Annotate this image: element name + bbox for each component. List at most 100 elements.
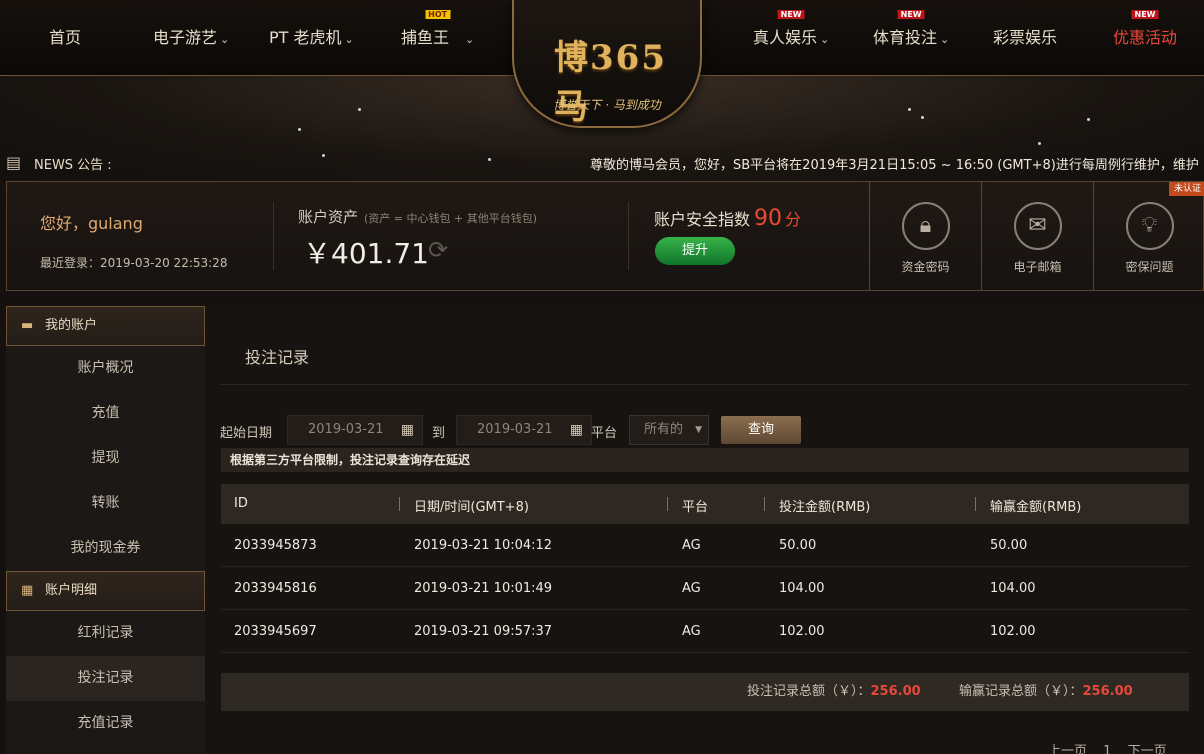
nav-label: 首页	[49, 28, 82, 47]
divider	[273, 202, 274, 270]
asset-note: (资产 = 中心钱包 + 其他平台钱包)	[364, 212, 538, 225]
security-item-label: 资金密码	[901, 260, 950, 274]
end-date-input[interactable]: 2019-03-21 ▦	[456, 415, 592, 445]
chevron-down-icon: ⌄	[940, 33, 950, 46]
sidebar-item-transfer[interactable]: 转账	[6, 481, 205, 526]
sidebar-item-bet-records[interactable]: 投注记录	[6, 656, 205, 701]
calendar-icon[interactable]: ▦	[401, 416, 414, 444]
chevron-down-icon: ⌄	[220, 33, 230, 46]
column-header: 投注金额(RMB)	[779, 500, 871, 515]
nav-pt-slots[interactable]: PT 老虎机 ⌄	[269, 24, 354, 48]
asset-title-text: 账户资产	[298, 208, 359, 226]
nav-label: 优惠活动	[1113, 28, 1178, 47]
cell-win-amount: 104.00	[990, 581, 1036, 596]
chevron-down-icon: ⌄	[344, 33, 354, 46]
page-number[interactable]: 1	[1103, 744, 1111, 754]
win-total: 输赢记录总额（￥）：256.00	[959, 673, 1133, 711]
site-logo[interactable]: 博365马 博誉天下 · 马到成功	[512, 0, 702, 128]
logo-text: 博365马	[554, 38, 667, 127]
page-title: 投注记录	[245, 348, 310, 367]
table-row[interactable]: 2033945873 2019-03-21 10:04:12 AG 50.00 …	[221, 524, 1189, 567]
query-button[interactable]: 查询	[721, 416, 801, 444]
table-row[interactable]: 2033945697 2019-03-21 09:57:37 AG 102.00…	[221, 610, 1189, 653]
table-header: ID 日期/时间(GMT+8) 平台 投注金额(RMB) 输赢金额(RMB)	[221, 484, 1189, 524]
security-item-label: 电子邮箱	[1013, 260, 1062, 274]
sparkle	[1087, 118, 1090, 121]
nav-fishing[interactable]: HOT 捕鱼王 ⌄	[401, 10, 475, 48]
cell-datetime: 2019-03-21 10:01:49	[414, 581, 553, 596]
lightbulb-icon: 💡︎	[1125, 202, 1174, 250]
column-header: 输赢金额(RMB)	[990, 500, 1082, 515]
column-header: 平台	[682, 500, 709, 515]
start-date-input[interactable]: 2019-03-21 ▦	[287, 415, 423, 445]
caret-down-icon: ▼	[695, 425, 702, 435]
sidebar-section-title: 账户明细	[45, 583, 98, 598]
prev-page-link[interactable]: 上一页	[1048, 744, 1087, 754]
chevron-down-icon: ⌄	[465, 33, 475, 46]
delay-notice: 根据第三方平台限制，投注记录查询存在延迟	[221, 448, 1189, 472]
sparkle	[921, 116, 924, 119]
sidebar-item-deposit-records[interactable]: 充值记录	[6, 701, 205, 746]
nav-lottery[interactable]: 彩票娱乐	[993, 24, 1057, 48]
bet-records-table: ID 日期/时间(GMT+8) 平台 投注金额(RMB) 输赢金额(RMB) 2…	[221, 484, 1189, 653]
security-question-item[interactable]: 💡︎ 密保问题 未认证	[1093, 182, 1204, 290]
hot-badge: HOT	[425, 10, 451, 19]
asset-title: 账户资产 (资产 = 中心钱包 + 其他平台钱包)	[298, 206, 537, 227]
win-total-label: 输赢记录总额（￥）：	[959, 684, 1083, 699]
nav-live-casino[interactable]: NEW 真人娱乐 ⌄	[753, 10, 829, 48]
totals-bar: 投注记录总额（￥）：256.00 输赢记录总额（￥）：256.00	[221, 673, 1189, 711]
start-date-label: 起始日期	[220, 426, 273, 441]
platform-select[interactable]: 所有的 ▼	[629, 415, 709, 445]
sidebar-section-account-details[interactable]: ▦ 账户明细	[6, 571, 205, 611]
security-score: 90	[754, 206, 783, 231]
sidebar-item-withdraw[interactable]: 提现	[6, 436, 205, 481]
sidebar-section-title: 我的账户	[45, 318, 98, 333]
next-page-link[interactable]: 下一页	[1128, 744, 1167, 754]
nav-label: 体育投注	[873, 28, 938, 47]
last-login: 最近登录：2019-03-20 22:53:28	[40, 256, 228, 270]
unverified-badge: 未认证	[1168, 182, 1204, 196]
sidebar-item-overview[interactable]: 账户概况	[6, 346, 205, 391]
sidebar-item-deposit[interactable]: 充值	[6, 391, 205, 436]
nav-slots[interactable]: 电子游艺 ⌄	[153, 24, 229, 48]
new-badge: NEW	[1131, 10, 1159, 19]
fund-password-item[interactable]: 🔒︎ 资金密码	[869, 182, 981, 290]
nav-promotions[interactable]: NEW 优惠活动	[1113, 10, 1178, 48]
nav-label: 捕鱼王	[401, 28, 450, 47]
upgrade-button[interactable]: 提升	[655, 237, 735, 265]
nav-label: 真人娱乐	[753, 28, 818, 47]
security-item-label: 密保问题	[1125, 260, 1174, 274]
platform-label: 平台	[591, 426, 618, 441]
calculator-icon: ▦	[21, 583, 34, 598]
lock-icon: 🔒︎	[901, 202, 950, 250]
news-bar: ▤ NEWS 公告 : 尊敬的博马会员，您好，SB平台将在2019年3月21日1…	[0, 146, 1204, 180]
platform-value: 所有的	[644, 422, 684, 437]
cell-datetime: 2019-03-21 10:04:12	[414, 538, 553, 553]
sidebar-item-coupons[interactable]: 我的现金券	[6, 526, 205, 571]
sidebar-item-bonus-records[interactable]: 红利记录	[6, 611, 205, 656]
nav-label: PT 老虎机	[269, 28, 342, 47]
nav-label: 电子游艺	[153, 28, 218, 47]
cell-platform: AG	[682, 581, 701, 596]
bet-total: 投注记录总额（￥）：256.00	[747, 673, 921, 711]
end-date-value: 2019-03-21	[477, 422, 553, 437]
sidebar-section-my-account[interactable]: ▬ 我的账户	[6, 306, 205, 346]
sparkle	[298, 128, 301, 131]
security-index: 账户安全指数 90 分	[654, 206, 801, 231]
new-badge: NEW	[777, 10, 805, 19]
email-item[interactable]: ✉ 电子邮箱	[981, 182, 1093, 290]
news-ticker[interactable]: 尊敬的博马会员，您好，SB平台将在2019年3月21日15:05 ~ 16:50…	[590, 154, 1199, 173]
table-row[interactable]: 2033945816 2019-03-21 10:01:49 AG 104.00…	[221, 567, 1189, 610]
news-label: NEWS 公告 :	[34, 158, 112, 173]
sparkle	[358, 108, 361, 111]
cell-id: 2033945816	[234, 581, 317, 596]
new-badge: NEW	[897, 10, 925, 19]
cell-bet-amount: 102.00	[779, 624, 825, 639]
cell-win-amount: 50.00	[990, 538, 1028, 553]
refresh-icon[interactable]: ⟳	[428, 236, 448, 264]
nav-sports[interactable]: NEW 体育投注 ⌄	[873, 10, 950, 48]
calendar-icon[interactable]: ▦	[570, 416, 583, 444]
nav-home[interactable]: 首页	[49, 24, 81, 48]
security-title: 账户安全指数	[654, 210, 751, 229]
pagination: 上一页 1 下一页	[1048, 740, 1167, 754]
